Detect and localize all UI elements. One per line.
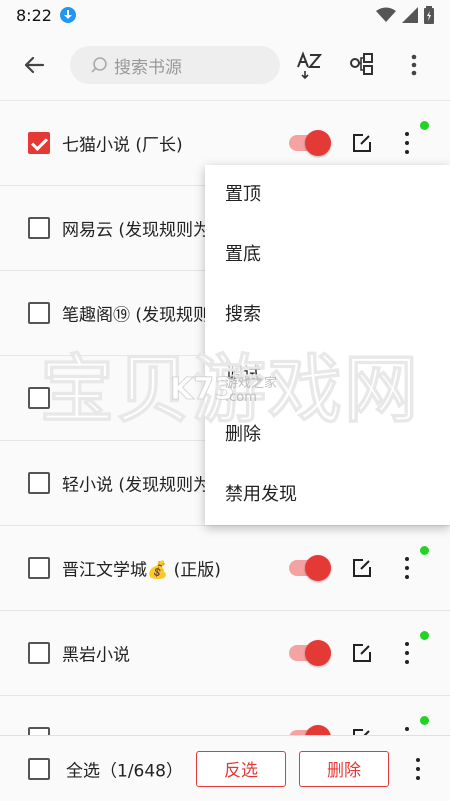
- checkbox[interactable]: [28, 132, 50, 154]
- wifi-icon: [376, 7, 396, 22]
- edit-icon[interactable]: [352, 133, 372, 153]
- download-icon: [59, 7, 76, 23]
- select-all-checkbox[interactable]: [28, 757, 50, 780]
- search-input[interactable]: 搜索书源: [70, 46, 280, 84]
- status-dot: [420, 121, 429, 130]
- source-name: 黑岩小说: [62, 645, 130, 666]
- edit-icon[interactable]: [352, 558, 372, 578]
- source-name: 七猫小说 (厂长): [62, 135, 183, 156]
- source-name: 晋江文学城💰 (正版): [62, 560, 221, 581]
- checkbox[interactable]: [28, 302, 50, 324]
- source-name: 轻小说 (发现规则为: [62, 475, 211, 496]
- search-icon: [91, 57, 107, 73]
- menu-item-pin-bottom[interactable]: 置底: [205, 225, 450, 285]
- more-vert-icon[interactable]: [398, 132, 416, 154]
- sort-az-icon: [297, 51, 323, 79]
- menu-item-debug[interactable]: 调试: [205, 345, 450, 405]
- popup-menu: 置顶 置底 搜索 调试 删除 禁用发现: [205, 165, 450, 525]
- enable-switch[interactable]: [289, 130, 331, 156]
- more-vert-icon[interactable]: [398, 557, 416, 579]
- checkbox[interactable]: [28, 557, 50, 579]
- invert-selection-button[interactable]: 反选: [196, 750, 286, 787]
- bottom-action-bar: 全选（1/648） 反选 删除: [0, 735, 450, 801]
- more-vert-icon: [411, 54, 417, 76]
- overflow-menu-button[interactable]: [392, 43, 436, 87]
- group-icon: [350, 53, 373, 75]
- checkbox[interactable]: [28, 472, 50, 494]
- back-button[interactable]: [12, 43, 56, 87]
- source-name: 网易云 (发现规则为: [62, 220, 211, 241]
- arrow-left-icon: [24, 56, 45, 74]
- enable-switch[interactable]: [289, 640, 331, 666]
- status-bar: 8:22: [0, 0, 450, 30]
- more-vert-icon[interactable]: [398, 642, 416, 664]
- edit-icon[interactable]: [352, 643, 372, 663]
- signal-icon: [402, 7, 418, 23]
- menu-item-disable-explore[interactable]: 禁用发现: [205, 465, 450, 525]
- toolbar: 搜索书源: [0, 30, 450, 100]
- clock: 8:22: [16, 5, 52, 25]
- battery-icon: [424, 6, 434, 24]
- search-placeholder: 搜索书源: [114, 57, 182, 78]
- checkbox[interactable]: [28, 642, 50, 664]
- menu-item-search[interactable]: 搜索: [205, 285, 450, 345]
- more-vert-icon[interactable]: [409, 757, 427, 780]
- status-dot: [420, 631, 429, 640]
- group-button[interactable]: [340, 43, 384, 87]
- checkbox[interactable]: [28, 217, 50, 239]
- delete-button[interactable]: 删除: [299, 750, 389, 787]
- sort-button[interactable]: [288, 43, 332, 87]
- status-dot: [420, 716, 429, 725]
- source-name: 笔趣阁⑲ (发现规则: [62, 305, 211, 326]
- menu-item-pin-top[interactable]: 置顶: [205, 165, 450, 225]
- select-all-label[interactable]: 全选（1/648）: [66, 756, 183, 781]
- enable-switch[interactable]: [289, 555, 331, 581]
- checkbox[interactable]: [28, 387, 50, 409]
- list-item[interactable]: 晋江文学城💰 (正版): [0, 526, 450, 611]
- list-item[interactable]: 黑岩小说: [0, 611, 450, 696]
- menu-item-delete[interactable]: 删除: [205, 405, 450, 465]
- status-dot: [420, 546, 429, 555]
